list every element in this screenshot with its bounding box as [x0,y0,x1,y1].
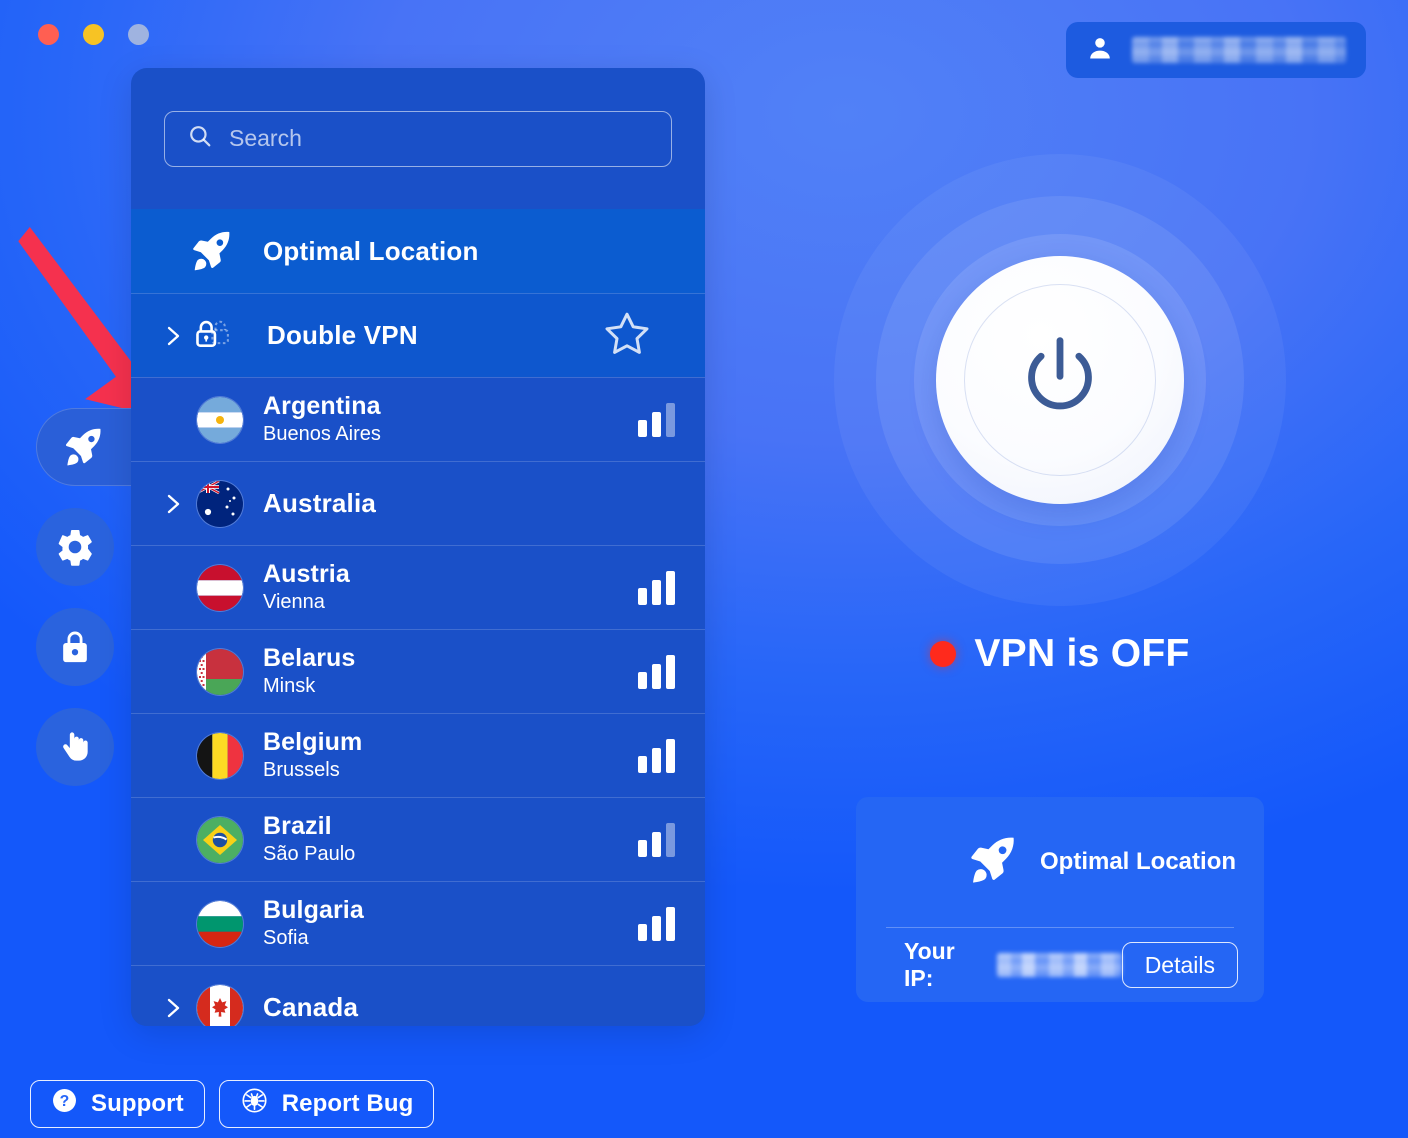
country-city: Vienna [263,591,325,613]
details-button[interactable]: Details [1121,942,1238,988]
location-row-double-vpn[interactable]: Double VPN [131,293,705,377]
connection-info-card: Optimal Location Your IP: [blurred] Deta… [856,797,1264,1002]
country-name: Australia [263,488,377,518]
account-username: [blurred] [1132,37,1346,63]
location-labels: Optimal Location [263,236,675,267]
zoom-button[interactable] [128,24,149,45]
bug-icon [240,1086,269,1122]
location-labels: Brazil São Paulo [263,812,638,867]
location-row-country[interactable]: Brazil São Paulo [131,797,705,881]
signal-strength-icon [638,738,675,773]
status-text: VPN is OFF [974,632,1190,675]
report-bug-button[interactable]: Report Bug [218,1080,435,1128]
search-input[interactable] [229,125,649,152]
location-row-country[interactable]: Belarus Minsk [131,629,705,713]
location-name: Optimal Location [263,235,479,266]
flag-be-icon [197,732,243,779]
question-circle-icon: ? [51,1087,78,1121]
flag-at-icon [197,564,243,611]
country-name: Brazil [263,812,332,840]
country-city: Minsk [263,675,316,697]
location-labels: Belarus Minsk [263,644,638,699]
vpn-app-window: [blurred] [0,0,1408,1138]
selected-location-row[interactable]: Optimal Location [882,797,1238,927]
sidebar-item-blocker[interactable] [36,708,114,786]
location-labels: Argentina Buenos Aires [263,392,638,447]
location-row-country[interactable]: Bulgaria Sofia [131,881,705,965]
chevron-right-icon[interactable] [159,492,187,516]
account-button[interactable]: [blurred] [1066,22,1366,78]
location-name: Double VPN [267,320,418,350]
country-name: Bulgaria [263,896,364,924]
location-row-country[interactable]: Austria Vienna [131,545,705,629]
location-row-country[interactable]: Argentina Buenos Aires [131,377,705,461]
ip-value: [blurred] [996,953,1122,977]
search-box[interactable] [164,110,672,167]
connection-toggle-area [830,150,1290,610]
search-area [131,68,705,209]
gear-icon [54,526,96,568]
country-name: Canada [263,992,359,1022]
location-row-country[interactable]: Canada [131,965,705,1026]
signal-strength-icon [638,402,675,437]
location-labels: Australia [263,488,675,519]
svg-text:?: ? [60,1093,70,1110]
status-indicator-dot [930,641,957,667]
country-city: São Paulo [263,843,356,865]
country-name: Austria [263,560,350,588]
power-icon [1008,326,1112,435]
country-city: Buenos Aires [263,423,381,445]
country-name: Belarus [263,644,356,672]
hand-icon [55,727,95,767]
signal-strength-icon [638,822,675,857]
rocket-icon [187,228,243,274]
support-label: Support [91,1090,184,1117]
ip-row: Your IP: [blurred] Details [882,928,1238,1002]
location-labels: Bulgaria Sofia [263,896,638,951]
location-row-country[interactable]: Belgium Brussels [131,713,705,797]
window-controls [38,24,149,45]
sidebar-item-settings[interactable] [36,508,114,586]
flag-by-icon [197,648,243,695]
country-city: Sofia [263,927,309,949]
chevron-right-icon[interactable] [159,324,187,348]
lock-icon [55,627,95,667]
locations-list: Optimal Location Double VPN Argentina Bu… [131,209,705,1026]
user-icon [1086,34,1114,67]
rocket-icon [964,833,1018,892]
signal-strength-icon [638,570,675,605]
locations-panel: Optimal Location [131,68,705,1026]
location-labels: Canada [263,992,675,1023]
flag-bg-icon [197,900,243,947]
chevron-right-icon[interactable] [159,996,187,1020]
country-name: Belgium [263,728,363,756]
sidebar-item-security[interactable] [36,608,114,686]
country-city: Brussels [263,759,340,781]
location-labels: Double VPN [267,320,603,351]
flag-br-icon [197,816,243,863]
minimize-button[interactable] [83,24,104,45]
signal-strength-icon [638,906,675,941]
signal-strength-icon [638,654,675,689]
star-outline-icon[interactable] [603,309,651,362]
report-bug-label: Report Bug [281,1090,414,1117]
power-button[interactable] [936,256,1184,504]
search-icon [187,123,213,154]
connection-status: VPN is OFF [830,632,1290,676]
flag-au-icon [197,480,243,527]
flag-ar-icon [197,396,243,443]
close-button[interactable] [38,24,59,45]
rocket-icon [60,425,104,469]
flag-ca-icon [197,984,243,1026]
location-row-country[interactable]: Australia [131,461,705,545]
location-row-optimal[interactable]: Optimal Location [131,209,705,293]
ip-label: Your IP: [904,938,955,991]
footer-bar: ? Support Report Bug [30,1080,435,1128]
location-labels: Austria Vienna [263,560,638,615]
selected-location-label: Optimal Location [1040,848,1237,875]
support-button[interactable]: ? Support [30,1080,205,1128]
location-labels: Belgium Brussels [263,728,638,783]
country-name: Argentina [263,392,381,420]
double-lock-icon [191,314,247,358]
